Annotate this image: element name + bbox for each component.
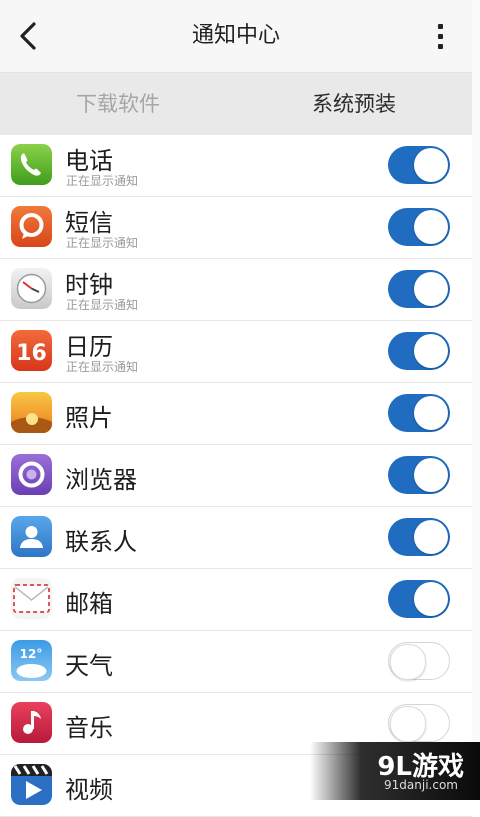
list-item-clock[interactable]: 时钟 正在显示通知: [0, 259, 472, 321]
browser-icon: [11, 454, 52, 495]
list-item-photos[interactable]: 照片: [0, 383, 472, 445]
notification-toggle[interactable]: [388, 518, 450, 556]
scrollbar[interactable]: [472, 0, 480, 800]
more-vertical-icon: [437, 23, 443, 29]
list-item-browser[interactable]: 浏览器: [0, 445, 472, 507]
calendar-icon: 16: [11, 330, 52, 371]
video-icon: [11, 764, 52, 805]
list-item-weather[interactable]: 12° 天气: [0, 631, 472, 693]
chevron-left-icon: [20, 22, 36, 50]
notification-status: 正在显示通知: [66, 360, 139, 374]
app-notification-list: 电话 正在显示通知 短信 正在显示通知 时钟 正在显示通知 16 日历 正在显示…: [0, 135, 472, 817]
app-name: 音乐: [65, 714, 113, 742]
notification-status: 正在显示通知: [66, 236, 139, 250]
app-name: 邮箱: [65, 590, 113, 618]
notification-toggle[interactable]: [388, 332, 450, 370]
notification-toggle[interactable]: [388, 704, 450, 742]
weather-temperature: 12°: [20, 647, 43, 661]
list-item-phone[interactable]: 电话 正在显示通知: [0, 135, 472, 197]
tab-bar: 下载软件 系统预装: [0, 73, 472, 135]
back-button[interactable]: [14, 20, 42, 52]
list-item-messages[interactable]: 短信 正在显示通知: [0, 197, 472, 259]
photos-icon: [11, 392, 52, 433]
app-name: 电话: [65, 147, 113, 175]
watermark-url: 91danji.com: [384, 778, 458, 792]
notification-toggle[interactable]: [388, 580, 450, 618]
notification-toggle[interactable]: [388, 270, 450, 308]
mail-icon: [11, 578, 52, 619]
top-app-bar: 通知中心: [0, 0, 472, 73]
notification-toggle[interactable]: [388, 642, 450, 680]
app-name: 浏览器: [65, 466, 137, 494]
app-name: 短信: [65, 209, 113, 237]
notification-toggle[interactable]: [388, 394, 450, 432]
calendar-date: 16: [16, 341, 47, 366]
notification-status: 正在显示通知: [66, 298, 139, 312]
notification-toggle[interactable]: [388, 146, 450, 184]
app-name: 天气: [65, 652, 113, 680]
clock-icon: [11, 268, 52, 309]
list-item-contacts[interactable]: 联系人: [0, 507, 472, 569]
site-watermark: 9L游戏 91danji.com: [310, 742, 480, 800]
app-name: 时钟: [65, 271, 113, 299]
phone-icon: [11, 144, 52, 185]
page-title: 通知中心: [191, 23, 280, 48]
weather-icon: 12°: [11, 640, 52, 681]
list-item-mail[interactable]: 邮箱: [0, 569, 472, 631]
tab-downloaded-apps[interactable]: 下载软件: [0, 73, 236, 135]
notification-toggle[interactable]: [388, 456, 450, 494]
app-name: 照片: [65, 404, 113, 432]
message-icon: [11, 206, 52, 247]
notification-status: 正在显示通知: [66, 174, 139, 188]
more-options-button[interactable]: [428, 18, 452, 54]
app-name: 联系人: [65, 528, 137, 556]
list-item-calendar[interactable]: 16 日历 正在显示通知: [0, 321, 472, 383]
notification-toggle[interactable]: [388, 208, 450, 246]
contacts-icon: [11, 516, 52, 557]
music-icon: [11, 702, 52, 743]
tab-preinstalled-apps[interactable]: 系统预装: [236, 73, 472, 135]
app-name: 日历: [65, 333, 113, 361]
